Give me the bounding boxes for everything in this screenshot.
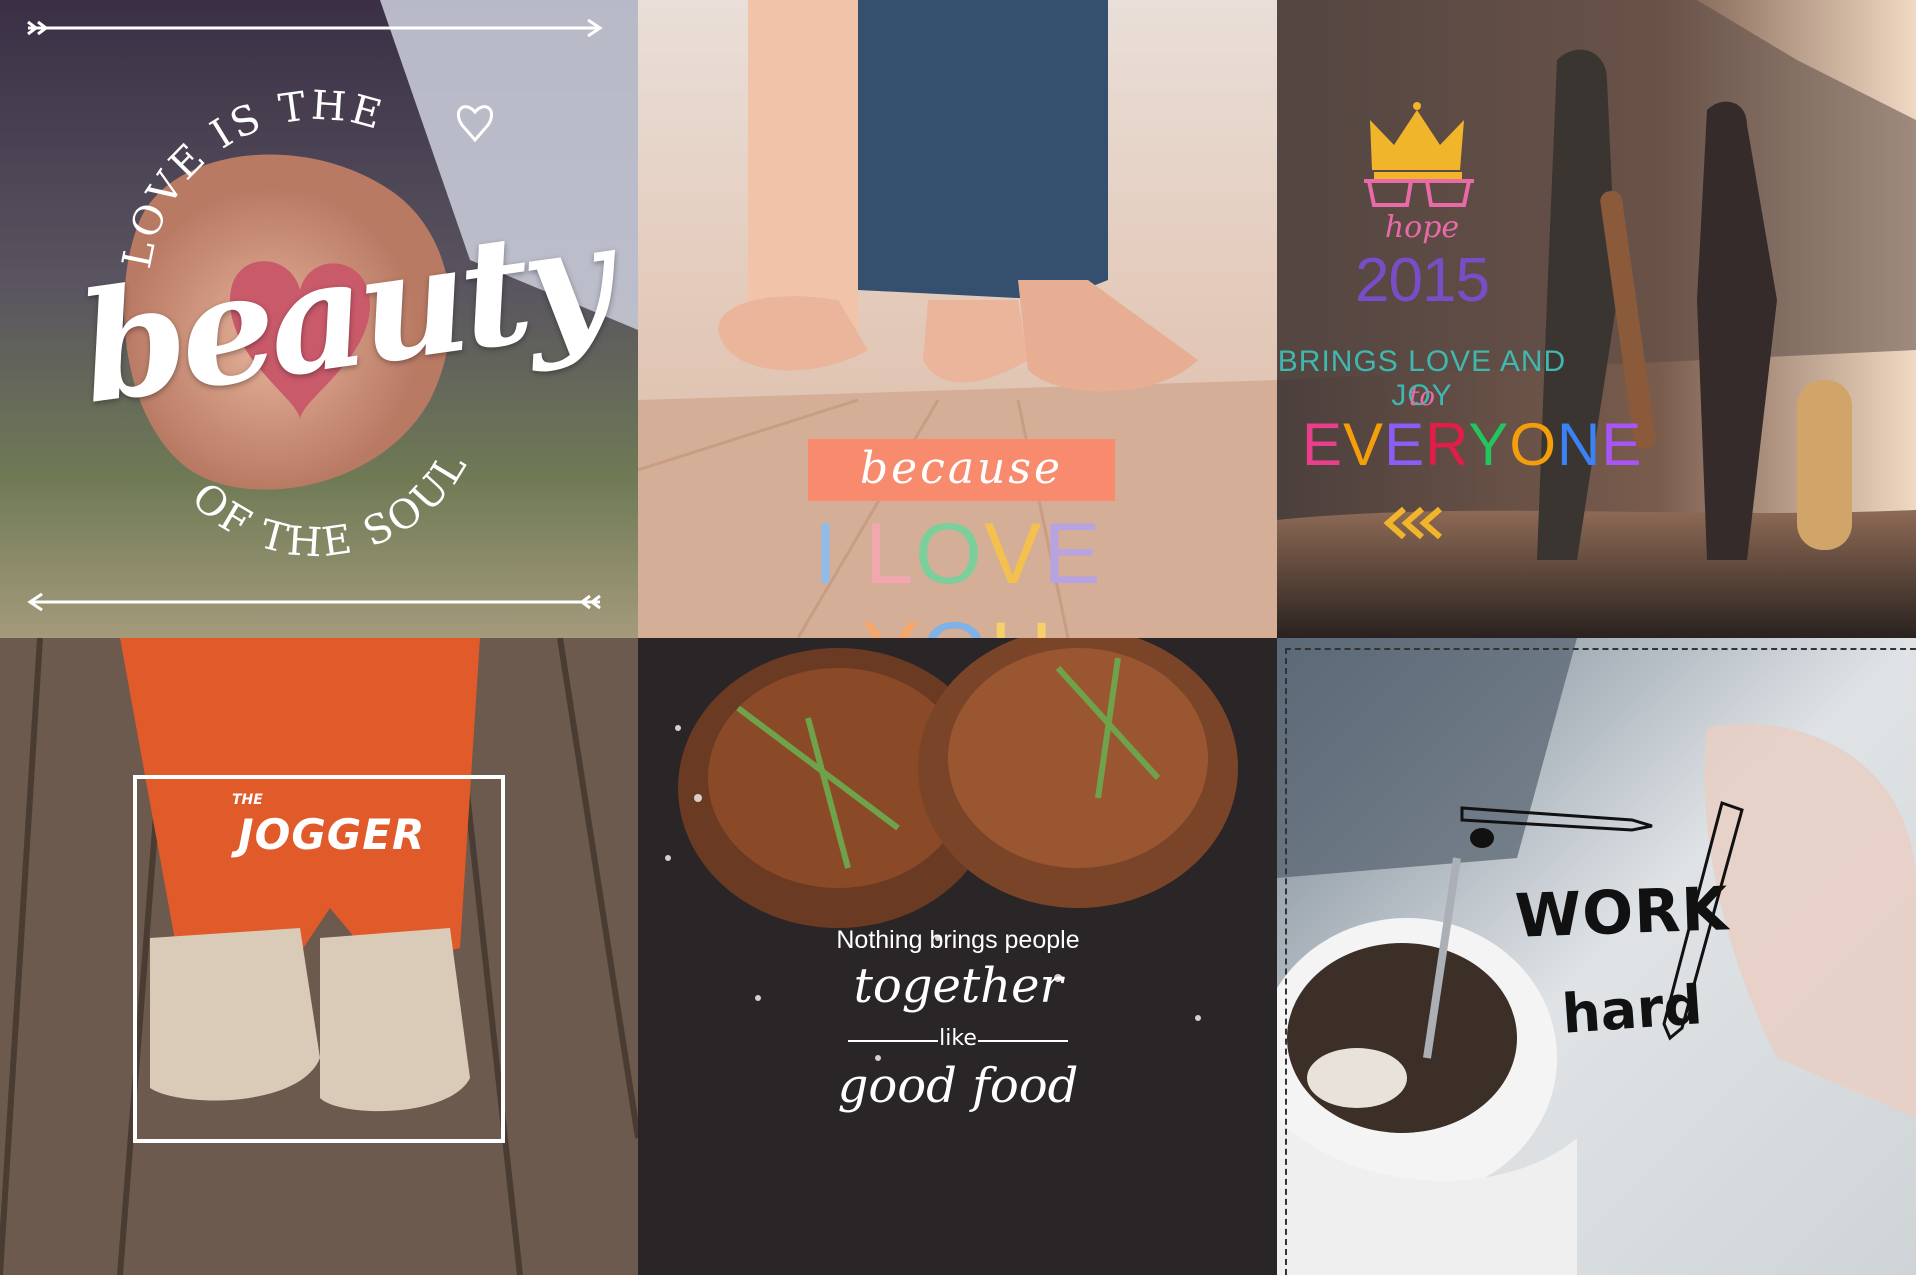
script-text-together: together xyxy=(853,958,1063,1014)
letter: Y xyxy=(862,605,921,638)
script-text-good-food: good food xyxy=(837,1058,1079,1114)
photo-steaks xyxy=(638,638,1277,1275)
text-nothing-brings-people: Nothing brings people xyxy=(836,926,1080,954)
letter: E xyxy=(1302,411,1344,478)
text-the: THE xyxy=(232,792,263,808)
script-text-hope: hope xyxy=(1384,210,1460,245)
tile-love-beauty: LOVE IS THE OF THE SOUL beauty xyxy=(0,0,638,638)
text-jogger: JOGGER xyxy=(238,810,426,859)
tile-because-i-love-you: because I LOVE YOU xyxy=(638,0,1277,638)
letter: U xyxy=(990,605,1054,638)
text-work: WORK xyxy=(1513,874,1731,952)
chevron-left-icon xyxy=(1383,506,1442,540)
divider-right xyxy=(978,1040,1068,1042)
text-year: 2015 xyxy=(1355,246,1490,315)
tile-the-jogger: THE JOGGER xyxy=(0,638,638,1275)
letter: O xyxy=(921,605,990,638)
letter: E xyxy=(1043,506,1103,602)
photo-collage: LOVE IS THE OF THE SOUL beauty because I… xyxy=(0,0,1916,1275)
letter: V xyxy=(983,506,1044,602)
letter: I xyxy=(813,506,866,602)
arc-text-bottom: OF THE SOUL xyxy=(183,443,475,567)
letter: E xyxy=(1384,411,1426,478)
letter: E xyxy=(1601,411,1643,478)
text-like: like xyxy=(939,1026,977,1051)
because-ribbon: because xyxy=(808,439,1115,501)
svg-text:OF THE SOUL: OF THE SOUL xyxy=(183,443,478,567)
letter: N xyxy=(1557,411,1602,478)
letter: L xyxy=(865,506,915,602)
letter: O xyxy=(1509,411,1558,478)
script-text-to: to xyxy=(1408,382,1436,412)
tile-good-food: Nothing brings people together like good… xyxy=(638,638,1277,1275)
text-hard: hard xyxy=(1559,973,1705,1046)
letter: Y xyxy=(1468,411,1510,478)
photo-couple-sunset xyxy=(1277,0,1916,638)
letter: R xyxy=(1425,411,1469,478)
tile-work-hard: WORK hard xyxy=(1277,638,1916,1275)
script-text-because: because xyxy=(859,443,1064,494)
text-i-love-you: I LOVE YOU xyxy=(778,505,1138,638)
tile-hope-2015: hope 2015 BRINGS LOVE AND JOY to EVERYON… xyxy=(1277,0,1916,638)
text-everyone: EVERYONE xyxy=(1302,410,1641,479)
letter: O xyxy=(914,506,984,602)
glasses-icon xyxy=(1364,179,1474,207)
letter: V xyxy=(1343,411,1385,478)
